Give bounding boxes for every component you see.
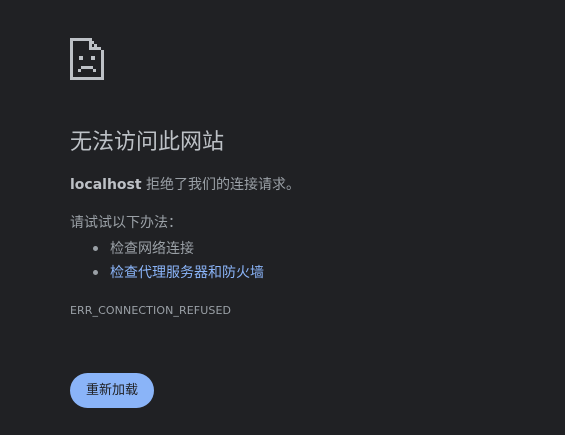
- suggestions-list: 检查网络连接 检查代理服务器和防火墙: [70, 237, 264, 285]
- suggestion-check-network: 检查网络连接: [70, 237, 264, 261]
- error-message: 拒绝了我们的连接请求。: [141, 177, 301, 193]
- error-page: 无法访问此网站 localhost 拒绝了我们的连接请求。 请试试以下办法： 检…: [0, 0, 565, 435]
- suggestions-intro: 请试试以下办法：: [70, 215, 182, 231]
- page-title: 无法访问此网站: [70, 130, 225, 155]
- error-summary: localhost 拒绝了我们的连接请求。: [70, 175, 300, 195]
- error-code: ERR_CONNECTION_REFUSED: [70, 304, 232, 317]
- suggestion-check-proxy-firewall-link[interactable]: 检查代理服务器和防火墙: [70, 261, 264, 285]
- host-name: localhost: [70, 177, 142, 193]
- sad-page-icon: [70, 38, 104, 80]
- reload-button[interactable]: 重新加载: [70, 373, 154, 408]
